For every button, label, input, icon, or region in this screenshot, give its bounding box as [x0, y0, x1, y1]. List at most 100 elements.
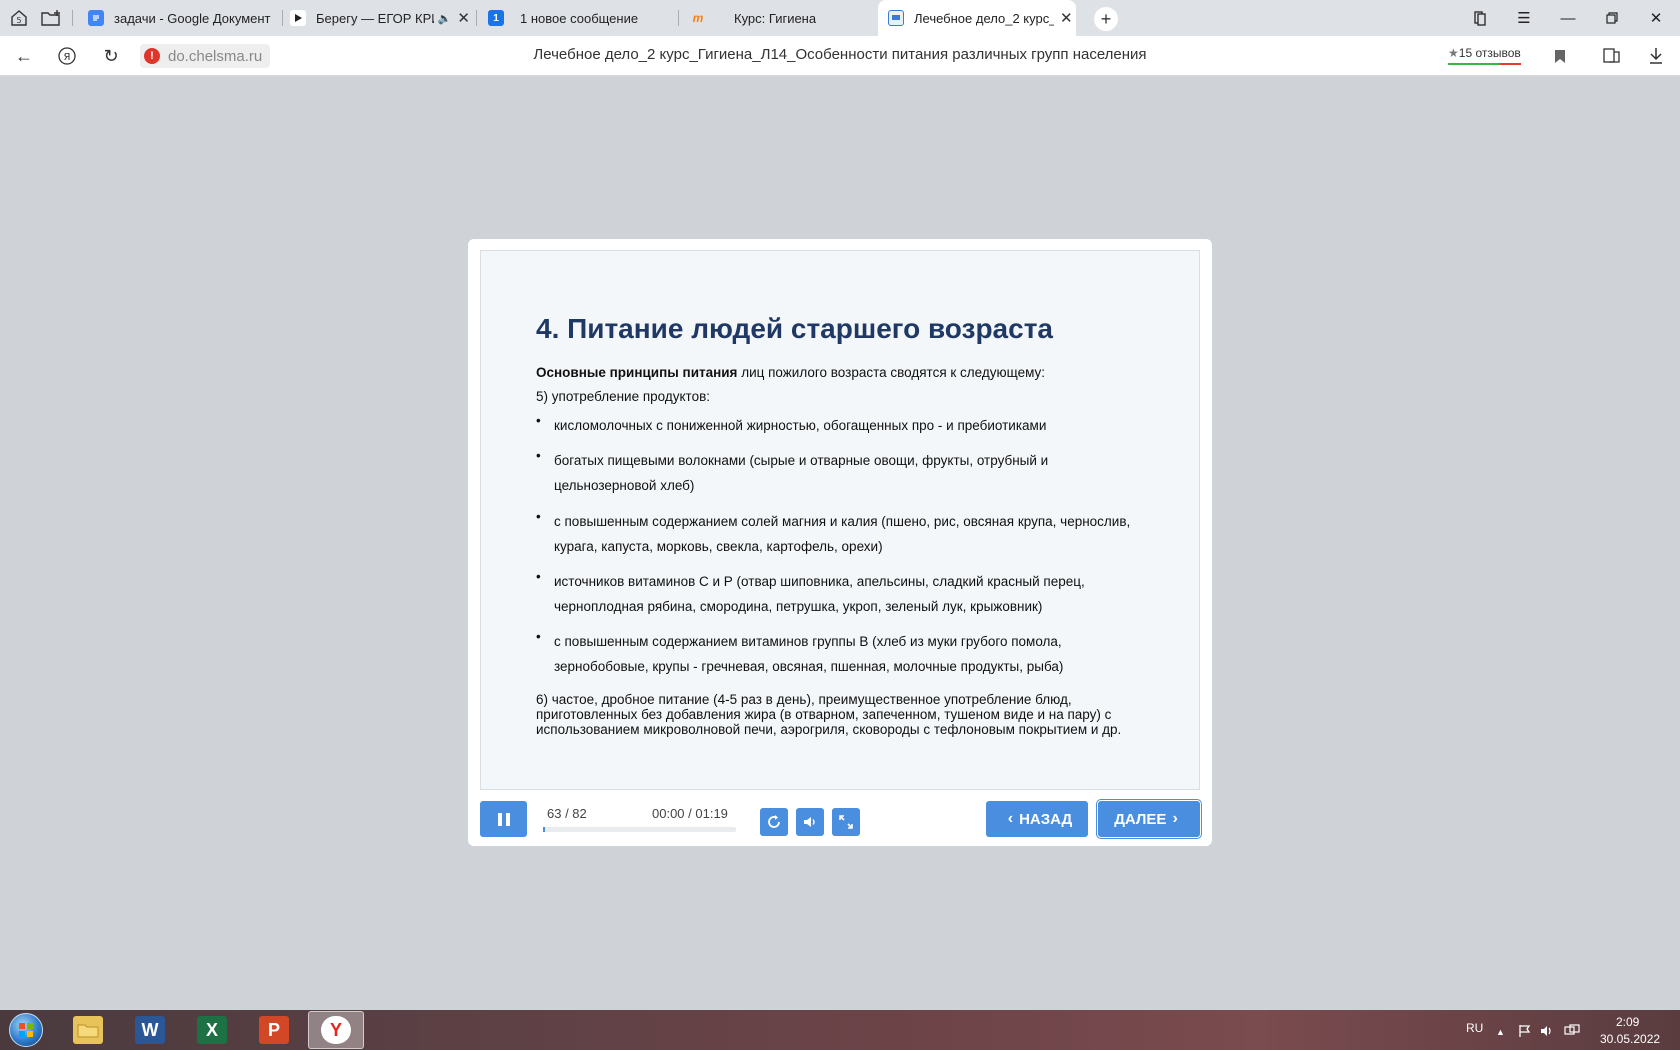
tab-title: 1 новое сообщение: [520, 10, 639, 26]
folder-icon: [73, 1016, 103, 1044]
bullet-marker: •: [536, 413, 541, 428]
chevron-left-icon: ‹: [1007, 810, 1014, 827]
next-button[interactable]: ДАЛЕЕ ›: [1097, 800, 1201, 838]
bullet-marker: •: [536, 629, 541, 644]
volume-tray-icon[interactable]: [1540, 1024, 1554, 1041]
url-text: do.chelsma.ru: [168, 47, 263, 65]
point-6: 6) частое, дробное питание (4-5 раз в де…: [536, 692, 1122, 737]
bookmarks-panel-icon[interactable]: [1468, 6, 1492, 30]
menu-icon[interactable]: ☰: [1512, 6, 1536, 30]
list-item-text: источников витаминов С и Р (отвар шиповн…: [554, 574, 1085, 614]
list-item-text: с повышенным содержанием солей магния и …: [554, 514, 1131, 554]
page-title: Лечебное дело_2 курс_Гигиена_Л14_Особенн…: [533, 46, 1147, 63]
address-bar: ← Я ↻ ! do.chelsma.ru Лечебное дело_2 ку…: [0, 36, 1680, 76]
tab-title: задачи - Google Документ: [114, 10, 271, 26]
slide-title: 4. Питание людей старшего возраста: [536, 313, 1053, 344]
list-item-text: богатых пищевыми волокнами (сырые и отва…: [554, 453, 1049, 493]
word-app[interactable]: W: [122, 1011, 178, 1049]
bookmark-icon[interactable]: [1548, 44, 1572, 68]
play-icon: [290, 10, 306, 26]
intro-text: Основные принципы питания лиц пожилого в…: [536, 365, 1045, 380]
star-icon: ★: [1448, 46, 1459, 60]
close-window-icon[interactable]: ✕: [1644, 6, 1668, 30]
fullscreen-icon: [839, 815, 853, 829]
replay-icon: [768, 815, 780, 828]
slide: 4. Питание людей старшего возраста Основ…: [480, 250, 1200, 790]
svg-text:5: 5: [16, 16, 21, 25]
yandex-icon[interactable]: Я: [55, 44, 79, 68]
time-display: 00:00 / 01:19: [652, 806, 728, 821]
reviews-count: 15 отзывов: [1458, 46, 1521, 60]
tab-title: Лечебное дело_2 курс_: [914, 10, 1054, 26]
speaker-icon[interactable]: 🔈: [438, 12, 452, 25]
minimize-icon[interactable]: —: [1556, 6, 1580, 30]
bullet-marker: •: [536, 509, 541, 524]
new-tab-button[interactable]: +: [1094, 7, 1118, 31]
flag-icon[interactable]: [1518, 1024, 1532, 1041]
close-icon[interactable]: ✕: [457, 9, 470, 27]
back-button[interactable]: ‹ НАЗАД: [986, 801, 1088, 837]
yandex-browser-icon: Y: [321, 1016, 351, 1044]
replay-button[interactable]: [760, 808, 788, 836]
bullet-marker: •: [536, 569, 541, 584]
start-button[interactable]: [4, 1011, 48, 1049]
windows-logo-icon: [9, 1013, 43, 1047]
download-icon[interactable]: [1644, 44, 1668, 68]
intro-bold: Основные принципы питания: [536, 365, 738, 380]
tab-course[interactable]: m Курс: Гигиена: [690, 0, 870, 36]
svg-text:Я: Я: [64, 52, 71, 63]
tab-title: Берегу — ЕГОР КРИД: [316, 10, 434, 26]
tab-title: Курс: Гигиена: [734, 10, 817, 26]
powerpoint-icon: P: [259, 1016, 289, 1044]
tab-google-docs[interactable]: задачи - Google Документ: [88, 0, 278, 36]
new-folder-icon[interactable]: [40, 8, 62, 28]
restore-icon[interactable]: [1600, 6, 1624, 30]
back-label: НАЗАД: [1019, 810, 1073, 828]
close-icon[interactable]: ✕: [1060, 9, 1073, 27]
reviews-badge[interactable]: ★15 отзывов: [1448, 46, 1521, 65]
volume-icon: [804, 817, 815, 827]
explorer-app[interactable]: [60, 1011, 116, 1049]
powerpoint-app[interactable]: P: [246, 1011, 302, 1049]
taskbar: W X P Y: [0, 1010, 1680, 1050]
progress-fill: [543, 827, 545, 832]
reader-mode-icon[interactable]: [1600, 44, 1624, 68]
tab-messages[interactable]: 1 1 новое сообщение: [488, 0, 668, 36]
pause-icon: [505, 812, 510, 826]
home-icon[interactable]: 5: [8, 8, 30, 28]
excel-app[interactable]: X: [184, 1011, 240, 1049]
url-field[interactable]: ! do.chelsma.ru: [140, 44, 271, 68]
chevron-up-icon[interactable]: ▲: [1496, 1027, 1505, 1037]
presentation-player: 4. Питание людей старшего возраста Основ…: [468, 239, 1212, 846]
point-5: 5) употребление продуктов:: [536, 389, 711, 404]
list-item-text: с повышенным содержанием витаминов групп…: [554, 634, 1064, 674]
tab-music[interactable]: Берегу — ЕГОР КРИД 🔈 ✕: [290, 0, 470, 36]
tab-lecture[interactable]: Лечебное дело_2 курс_ ✕: [878, 0, 1076, 36]
clock-time[interactable]: 2:09: [1616, 1015, 1639, 1029]
pause-icon: [497, 812, 502, 826]
moodle-icon: m: [692, 11, 704, 25]
reload-icon[interactable]: ↻: [99, 44, 123, 68]
fullscreen-button[interactable]: [832, 808, 860, 836]
google-docs-icon: [88, 10, 104, 26]
word-icon: W: [135, 1016, 165, 1044]
language-indicator[interactable]: RU: [1466, 1021, 1483, 1035]
list-item-text: кисломолочных с пониженной жирностью, об…: [554, 418, 1047, 433]
chevron-right-icon: ›: [1172, 810, 1178, 827]
bullet-marker: •: [536, 448, 541, 463]
back-arrow-icon[interactable]: ←: [12, 44, 36, 68]
next-label: ДАЛЕЕ: [1114, 810, 1167, 828]
yandex-browser-app[interactable]: Y: [308, 1011, 364, 1049]
excel-icon: X: [197, 1016, 227, 1044]
intro-rest: лиц пожилого возраста сводятся к следующ…: [737, 365, 1046, 380]
tab-bar: 5 задачи - Google Документ Берегу — ЕГОР…: [0, 0, 1680, 36]
network-icon[interactable]: [1564, 1024, 1580, 1041]
progress-bar[interactable]: [543, 827, 736, 832]
slide-counter: 63 / 82: [547, 806, 587, 821]
warning-icon[interactable]: !: [144, 48, 160, 64]
clock-date[interactable]: 30.05.2022: [1600, 1032, 1660, 1046]
volume-button[interactable]: [796, 808, 824, 836]
pause-button[interactable]: [480, 801, 527, 837]
slides-icon: [888, 10, 904, 26]
message-icon: 1: [488, 10, 504, 26]
